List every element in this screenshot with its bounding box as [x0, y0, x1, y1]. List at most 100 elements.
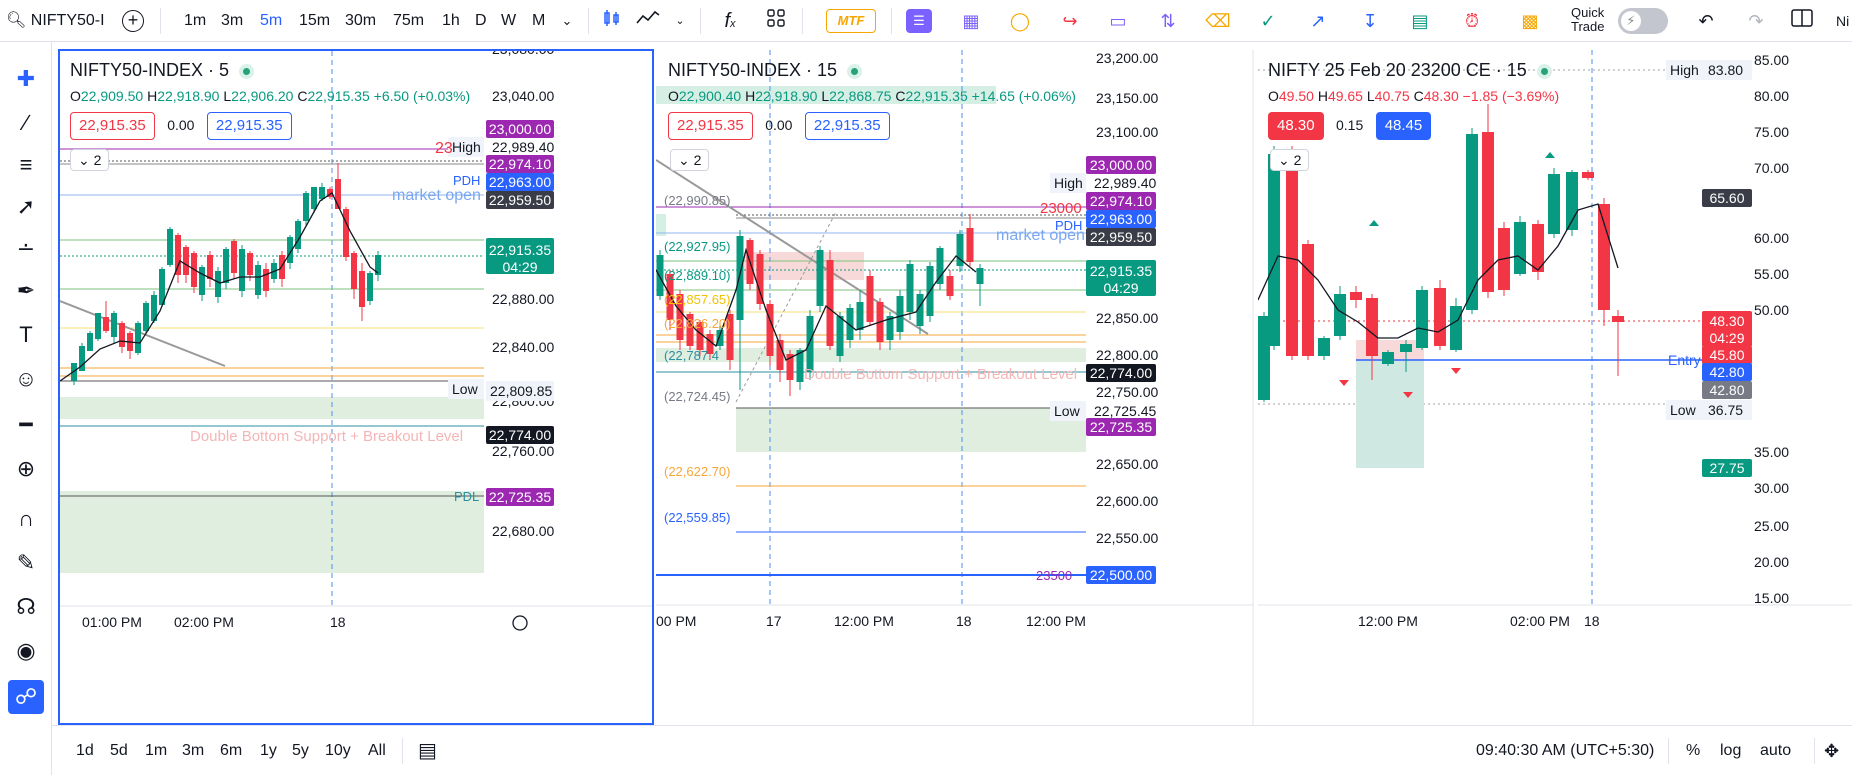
- range-1d[interactable]: 1d: [76, 739, 94, 763]
- interval-3m[interactable]: 3m: [221, 8, 243, 34]
- alarm-icon[interactable]: ⏰︎: [1458, 8, 1486, 34]
- trend-icon[interactable]: ↗: [1304, 8, 1332, 34]
- candle-p1-body: [111, 313, 117, 337]
- interval-w[interactable]: W: [501, 8, 516, 34]
- candle-p2-body: [936, 248, 944, 284]
- layouts-icon[interactable]: [762, 8, 790, 34]
- indicators-fx-icon[interactable]: fx: [716, 8, 744, 34]
- calendar-icon[interactable]: ▤: [418, 739, 437, 763]
- line-chart-icon[interactable]: [634, 8, 662, 34]
- candle-p3-body: [1582, 172, 1594, 178]
- mtf-button[interactable]: MTF: [826, 9, 876, 33]
- candle-p1-body: [359, 271, 365, 307]
- sort-arrows-icon[interactable]: ⇅: [1154, 8, 1182, 34]
- ruler-icon[interactable]: ━: [8, 408, 44, 442]
- label-pdl-text: PDL: [454, 489, 479, 504]
- spread-value: 0.15: [1336, 117, 1364, 133]
- settings-icon[interactable]: ✥: [1824, 739, 1839, 763]
- interval-15m[interactable]: 15m: [299, 8, 330, 34]
- scanner-icon[interactable]: ☰: [906, 9, 932, 33]
- candles-icon[interactable]: [598, 8, 626, 34]
- horizontal-lines-icon[interactable]: ≡: [8, 148, 44, 182]
- symbol-search[interactable]: 🔍︎ NIFTY50-I: [6, 8, 105, 34]
- magnet-icon[interactable]: ∩: [8, 502, 44, 536]
- chevron-down-icon[interactable]: ⌄: [666, 8, 694, 34]
- link-icon[interactable]: ☍: [8, 680, 44, 714]
- trendline-icon[interactable]: ∕: [8, 106, 44, 140]
- trash-icon[interactable]: ⌫: [1204, 8, 1232, 34]
- collapse-indicators-button[interactable]: ⌄ 2: [1270, 149, 1310, 171]
- interval-75m[interactable]: 75m: [393, 8, 424, 34]
- sell-button[interactable]: 22,915.35: [668, 112, 753, 140]
- redo-icon[interactable]: ↷: [1742, 8, 1770, 34]
- buy-button[interactable]: 48.45: [1375, 112, 1432, 140]
- interval-1m[interactable]: 1m: [184, 8, 206, 34]
- spread-value: 0.00: [765, 117, 793, 133]
- buy-button[interactable]: 22,915.35: [804, 112, 890, 140]
- price-tick: 22,880.00: [492, 291, 554, 307]
- crosshair-icon[interactable]: ✚: [8, 62, 44, 96]
- undo-icon[interactable]: ↶: [1692, 8, 1720, 34]
- download-icon[interactable]: ↧: [1356, 8, 1384, 34]
- signal-arrow-icon: [1545, 152, 1555, 158]
- label-r1: 22,974.10: [1090, 193, 1152, 209]
- label-countdown: 04:29: [1709, 330, 1744, 346]
- auto-toggle[interactable]: auto: [1760, 739, 1791, 763]
- lock-icon[interactable]: ☊: [8, 590, 44, 624]
- sell-button[interactable]: 22,915.35: [70, 112, 155, 140]
- interval-d[interactable]: D: [475, 8, 487, 34]
- bar-growth-icon[interactable]: ▤: [1406, 8, 1434, 34]
- shield-check-icon[interactable]: ✓: [1254, 8, 1282, 34]
- range-5y[interactable]: 5y: [292, 739, 309, 763]
- sell-button[interactable]: 48.30: [1268, 112, 1324, 140]
- range-6m[interactable]: 6m: [220, 739, 242, 763]
- options-chain-icon[interactable]: ▦: [957, 8, 985, 34]
- range-1m[interactable]: 1m: [145, 739, 167, 763]
- range-3m[interactable]: 3m: [182, 739, 204, 763]
- range-10y[interactable]: 10y: [325, 739, 351, 763]
- basket-icon[interactable]: ▭: [1104, 8, 1132, 34]
- quick-trade-toggle[interactable]: ⚡︎: [1618, 8, 1668, 34]
- label-high-text: High: [1670, 62, 1699, 78]
- range-5d[interactable]: 5d: [110, 739, 128, 763]
- fib-icon[interactable]: ∸: [8, 232, 44, 266]
- collapse-indicators-button[interactable]: ⌄ 2: [670, 149, 710, 171]
- interval-1h[interactable]: 1h: [442, 8, 460, 34]
- chart-pane-2[interactable]: (22,990.85) (22,927.95) (22,889.10) (22,857…: [656, 50, 1254, 725]
- collapse-indicators-button[interactable]: ⌄ 2: [70, 149, 110, 171]
- candle-p1-body: [167, 229, 173, 265]
- chart-canvas-3[interactable]: 85.00 80.00 75.00 70.00 60.00 55.00 50.00 35.00…: [1258, 50, 1852, 725]
- interval-30m[interactable]: 30m: [345, 8, 376, 34]
- strategy-icon[interactable]: ◯: [1006, 8, 1034, 34]
- pencil-lock-icon[interactable]: ✎: [8, 546, 44, 580]
- exit-icon[interactable]: ↪: [1056, 8, 1084, 34]
- log-toggle[interactable]: log: [1720, 739, 1741, 763]
- chart-canvas-2[interactable]: (22,990.85) (22,927.95) (22,889.10) (22,857…: [656, 50, 1254, 725]
- label-r1-text: 23000: [1040, 200, 1082, 217]
- chevron-down-icon[interactable]: ⌄: [553, 8, 581, 34]
- range-all[interactable]: All: [368, 739, 386, 763]
- interval-5m[interactable]: 5m: [260, 8, 282, 34]
- candle-p1-body: [303, 193, 309, 221]
- ohlc-legend: O22,909.50 H22,918.90 L22,906.20 C22,915…: [70, 88, 471, 104]
- percent-toggle[interactable]: %: [1686, 739, 1700, 763]
- label-low-value: 22,725.45: [1094, 403, 1156, 419]
- layout-columns-icon[interactable]: [1788, 8, 1816, 34]
- interval-m[interactable]: M: [532, 8, 545, 34]
- settings-icon: [512, 615, 528, 631]
- text-tool-icon[interactable]: T: [8, 318, 44, 352]
- signal-arrow-icon: [1339, 380, 1349, 386]
- emoji-icon[interactable]: ☺: [8, 362, 44, 396]
- buy-button[interactable]: 22,915.35: [206, 112, 292, 140]
- label-high-value: 22,989.40: [492, 139, 554, 155]
- pattern-icon[interactable]: ➚: [8, 190, 44, 224]
- brush-icon[interactable]: ✒: [8, 274, 44, 308]
- add-symbol-icon[interactable]: +: [122, 10, 144, 32]
- zoom-in-icon[interactable]: ⊕: [8, 452, 44, 486]
- range-1y[interactable]: 1y: [260, 739, 277, 763]
- chart-pane-3[interactable]: 85.00 80.00 75.00 70.00 60.00 55.00 50.00 35.00…: [1258, 50, 1852, 725]
- eye-icon[interactable]: ◉: [8, 634, 44, 668]
- chart-canvas-1[interactable]: 23,080.0023,040.0022,920.0022,880.0022,8…: [60, 51, 652, 723]
- wallet-icon[interactable]: ▩: [1516, 8, 1544, 34]
- chart-pane-1[interactable]: 23,080.0023,040.0022,920.0022,880.0022,8…: [58, 49, 654, 725]
